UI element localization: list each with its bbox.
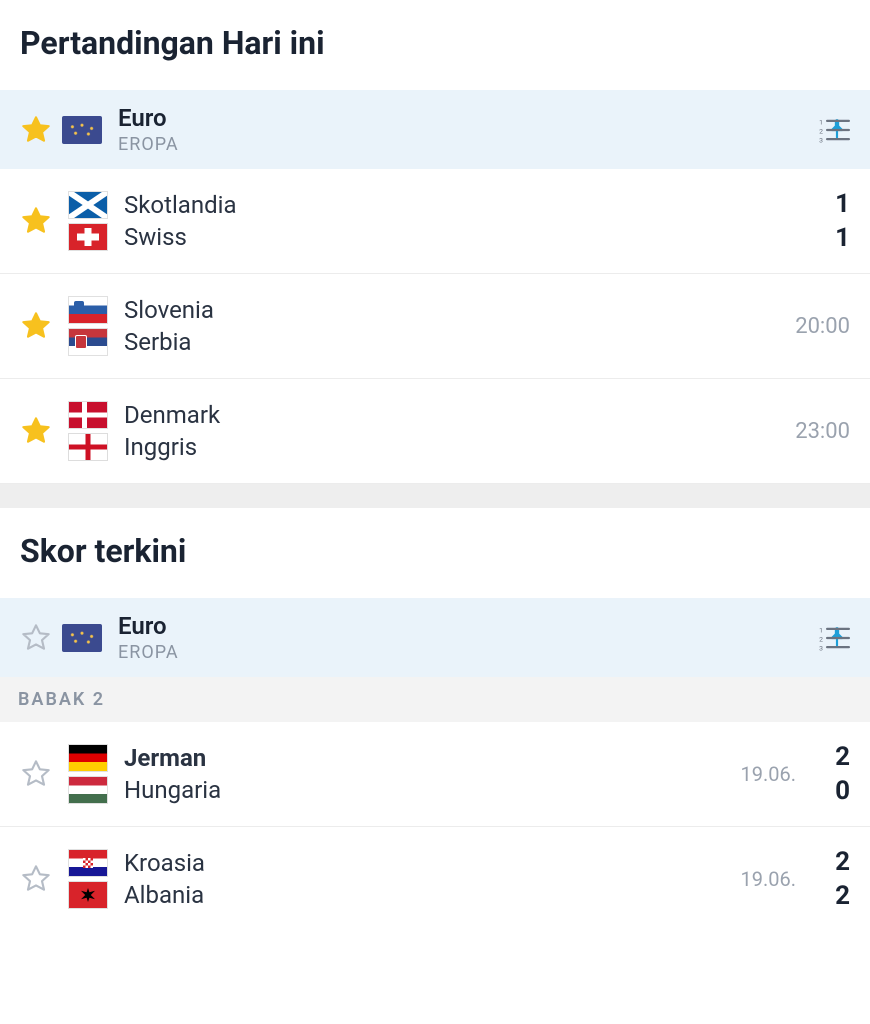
flag-icon — [68, 776, 108, 804]
team-away: Serbia — [68, 328, 795, 356]
team-name: Denmark — [124, 401, 220, 429]
team-home: Skotlandia — [68, 191, 828, 219]
match-teams: Slovenia Serbia — [68, 292, 795, 360]
team-name: Slovenia — [124, 296, 214, 324]
team-away: Albania — [68, 881, 740, 909]
team-away: Inggris — [68, 433, 795, 461]
flag-icon — [68, 296, 108, 324]
league-flag-icon — [62, 116, 102, 144]
svg-text:3: 3 — [819, 644, 823, 651]
team-name: Albania — [124, 881, 204, 909]
match-row[interactable]: Kroasia Albania 19.06. 2 2 — [0, 827, 870, 931]
star-icon[interactable] — [20, 114, 52, 146]
league-text: Euro EROPA — [118, 612, 806, 663]
team-name: Swiss — [124, 223, 187, 251]
team-home: Slovenia — [68, 296, 795, 324]
match-scores: 1 1 — [828, 187, 850, 255]
flag-icon — [68, 433, 108, 461]
team-name: Skotlandia — [124, 191, 237, 219]
svg-text:1: 1 — [819, 118, 823, 126]
round-header: BABAK 2 — [0, 677, 870, 722]
league-region: EROPA — [118, 134, 806, 155]
section-gap — [0, 484, 870, 508]
match-scores: 2 0 — [828, 740, 850, 808]
section-title: Pertandingan Hari ini — [0, 0, 870, 90]
svg-text:3: 3 — [819, 136, 823, 143]
match-right: 19.06. 2 0 — [740, 740, 850, 808]
flag-icon — [68, 191, 108, 219]
star-icon[interactable] — [20, 205, 52, 237]
match-teams: Denmark Inggris — [68, 397, 795, 465]
match-right: 19.06. 2 2 — [740, 845, 850, 913]
match-row[interactable]: Skotlandia Swiss 1 1 — [0, 169, 870, 274]
score-home: 2 — [835, 847, 850, 877]
team-name: Serbia — [124, 328, 191, 356]
section-title: Skor terkini — [0, 508, 870, 598]
flag-icon — [68, 328, 108, 356]
flag-icon — [68, 401, 108, 429]
match-teams: Kroasia Albania — [68, 845, 740, 913]
team-home: Jerman — [68, 744, 740, 772]
score-away: 0 — [835, 776, 850, 806]
flag-icon — [68, 881, 108, 909]
match-teams: Jerman Hungaria — [68, 740, 740, 808]
league-flag-icon — [62, 624, 102, 652]
team-away: Swiss — [68, 223, 828, 251]
match-time: 20:00 — [795, 314, 850, 339]
star-icon[interactable] — [20, 415, 52, 447]
star-icon[interactable] — [20, 863, 52, 895]
league-name: Euro — [118, 104, 806, 132]
match-right: 23:00 — [795, 419, 850, 444]
star-icon[interactable] — [20, 758, 52, 790]
svg-text:1: 1 — [819, 626, 823, 634]
flag-icon — [68, 223, 108, 251]
league-header[interactable]: Euro EROPA 1 2 3 — [0, 598, 870, 677]
match-row[interactable]: Jerman Hungaria 19.06. 2 0 — [0, 722, 870, 827]
league-text: Euro EROPA — [118, 104, 806, 155]
svg-text:2: 2 — [819, 127, 823, 135]
score-away: 2 — [835, 881, 850, 911]
flag-icon — [68, 744, 108, 772]
match-time: 23:00 — [795, 419, 850, 444]
league-name: Euro — [118, 612, 806, 640]
team-name: Kroasia — [124, 849, 205, 877]
flag-icon — [68, 849, 108, 877]
match-scores: 2 2 — [828, 845, 850, 913]
match-teams: Skotlandia Swiss — [68, 187, 828, 255]
team-name: Inggris — [124, 433, 197, 461]
score-away: 1 — [835, 223, 850, 253]
team-home: Denmark — [68, 401, 795, 429]
league-region: EROPA — [118, 642, 806, 663]
team-home: Kroasia — [68, 849, 740, 877]
standings-icon[interactable]: 1 2 3 — [818, 624, 850, 652]
star-icon[interactable] — [20, 622, 52, 654]
match-row[interactable]: Denmark Inggris 23:00 — [0, 379, 870, 484]
match-right: 1 1 — [828, 187, 850, 255]
team-name: Jerman — [124, 744, 206, 772]
match-right: 20:00 — [795, 314, 850, 339]
match-date: 19.06. — [740, 762, 796, 786]
standings-icon[interactable]: 1 2 3 — [818, 116, 850, 144]
score-home: 1 — [835, 189, 850, 219]
match-date: 19.06. — [740, 867, 796, 891]
score-home: 2 — [835, 742, 850, 772]
svg-text:2: 2 — [819, 635, 823, 643]
team-away: Hungaria — [68, 776, 740, 804]
star-icon[interactable] — [20, 310, 52, 342]
match-row[interactable]: Slovenia Serbia 20:00 — [0, 274, 870, 379]
league-header[interactable]: Euro EROPA 1 2 3 — [0, 90, 870, 169]
team-name: Hungaria — [124, 776, 221, 804]
